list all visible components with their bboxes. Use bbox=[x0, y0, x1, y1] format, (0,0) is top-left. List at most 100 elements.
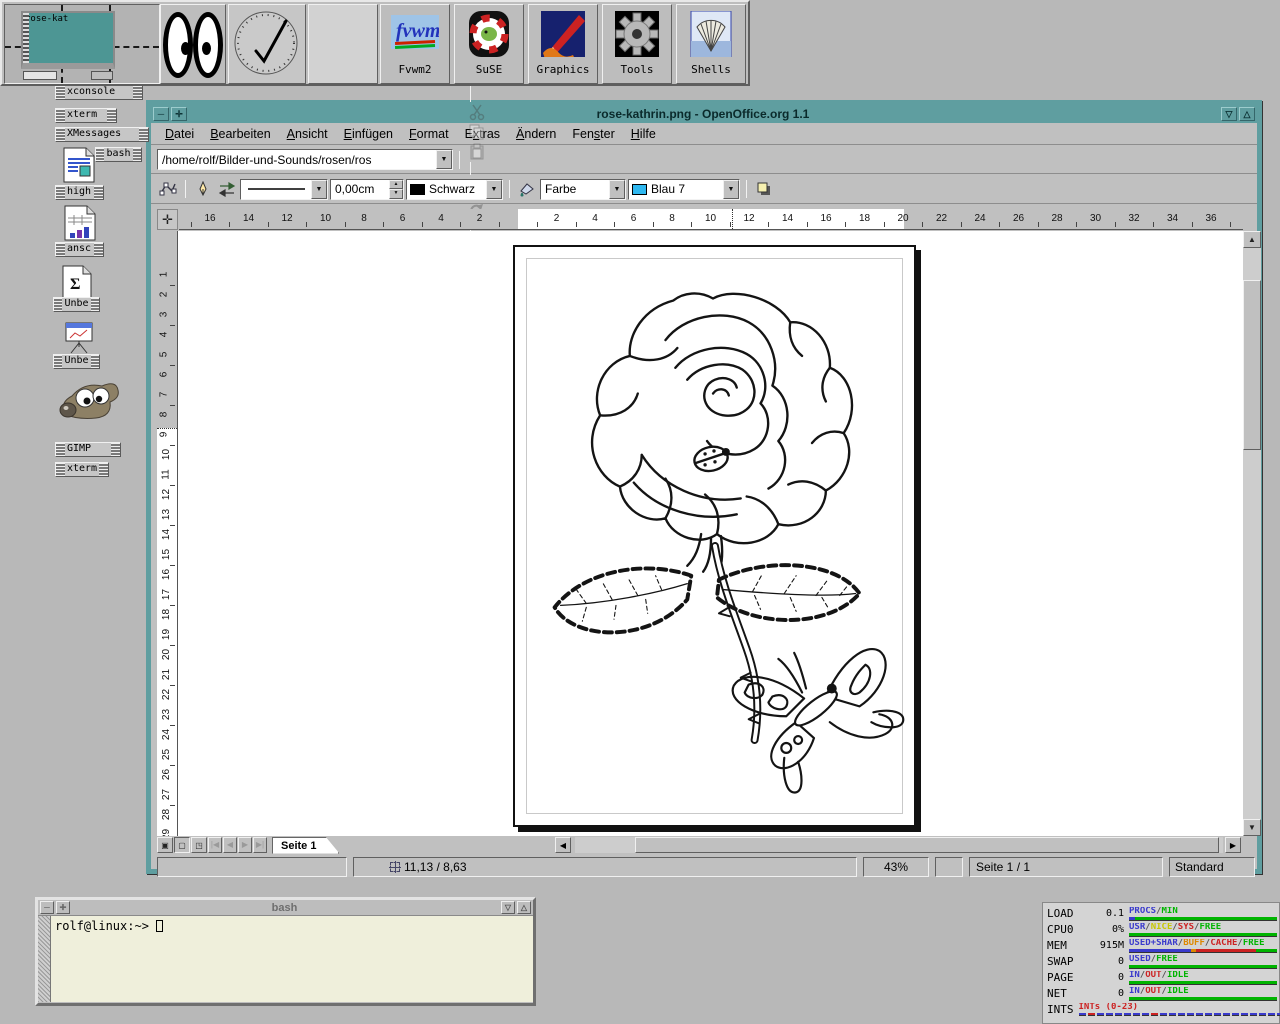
desktop-icon-ansc[interactable]: ansc bbox=[55, 242, 104, 257]
window-maximize-button[interactable]: ✛ bbox=[171, 107, 187, 121]
status-position-cell[interactable]: 11,13 / 8,63 bbox=[353, 857, 857, 877]
vertical-scrollbar[interactable]: ▲ ▼ bbox=[1243, 231, 1261, 836]
title-bar[interactable]: ─ ✛ rose-kathrin.png - OpenOffice.org 1.… bbox=[151, 105, 1257, 123]
terminal-shade-button[interactable]: ▽ bbox=[501, 901, 515, 914]
fill-color-select[interactable]: Blau 7 ▼ bbox=[628, 179, 740, 200]
status-page-cell[interactable]: Seite 1 / 1 bbox=[969, 857, 1163, 877]
line-color-select[interactable]: Schwarz ▼ bbox=[406, 179, 503, 200]
menu-bearbeiten[interactable]: Bearbeiten bbox=[202, 125, 278, 143]
hruler-tick bbox=[845, 222, 846, 227]
pager-mini-sysmon[interactable] bbox=[91, 71, 113, 80]
launcher-shells[interactable]: Shells bbox=[676, 4, 746, 84]
view-mode-master-button[interactable]: ▢ bbox=[174, 837, 190, 853]
desktop-icon-high[interactable]: high bbox=[55, 185, 104, 200]
vruler-number: 27 bbox=[161, 789, 172, 800]
menu-ansicht[interactable]: Ansicht bbox=[279, 125, 336, 143]
pager-mini-terminal[interactable] bbox=[23, 71, 57, 80]
hruler-tick bbox=[229, 222, 230, 227]
xclock-widget bbox=[228, 4, 306, 84]
line-width-value[interactable]: 0,00cm bbox=[331, 182, 389, 196]
sysmon-legend: PROCS/MIN bbox=[1129, 907, 1277, 916]
launcher-suse[interactable]: SuSE bbox=[454, 4, 524, 84]
menu-format[interactable]: Format bbox=[401, 125, 457, 143]
terminal-scrollbar[interactable] bbox=[38, 916, 51, 1002]
cut-icon[interactable] bbox=[466, 102, 488, 122]
desktop-icon-writer-doc[interactable] bbox=[63, 147, 95, 188]
page-tab[interactable]: Seite 1 bbox=[272, 837, 339, 854]
prev-page-button[interactable]: ◀ bbox=[223, 837, 237, 853]
line-color-swatch bbox=[410, 184, 425, 195]
view-mode-page-button[interactable]: ▣ bbox=[157, 837, 173, 853]
horizontal-scrollbar[interactable] bbox=[575, 837, 1223, 853]
menu-datei[interactable]: Datei bbox=[157, 125, 202, 143]
scroll-down-button[interactable]: ▼ bbox=[1243, 819, 1261, 836]
empty-panel-button[interactable] bbox=[308, 4, 378, 84]
document-page[interactable] bbox=[513, 245, 916, 827]
drawing-canvas[interactable] bbox=[178, 231, 1243, 836]
scroll-right-button[interactable]: ▶ bbox=[1225, 837, 1241, 853]
launcher-graphics[interactable]: Graphics bbox=[528, 4, 598, 84]
sysmon-legend: IN/OUT/IDLE bbox=[1129, 971, 1277, 980]
first-page-button[interactable]: |◀ bbox=[208, 837, 222, 853]
menu-ndern[interactable]: Ändern bbox=[508, 125, 564, 143]
line-pen-icon[interactable] bbox=[192, 179, 214, 199]
fill-type-dropdown-button[interactable]: ▼ bbox=[609, 180, 625, 199]
icon-label-stripe bbox=[56, 443, 65, 456]
sysmon-meter: IN/OUT/IDLE bbox=[1129, 986, 1277, 1001]
desktop-icon-bash[interactable]: bash bbox=[95, 147, 142, 162]
menu-fenster[interactable]: Fenster bbox=[564, 125, 622, 143]
terminal-maximize-button[interactable]: ✛ bbox=[56, 901, 70, 914]
status-zoom-cell[interactable]: 43% bbox=[863, 857, 929, 877]
paste-icon[interactable] bbox=[466, 142, 488, 162]
desktop-icon-xterm[interactable]: xterm bbox=[55, 462, 109, 477]
line-color-dropdown-button[interactable]: ▼ bbox=[486, 180, 502, 199]
url-dropdown-button[interactable]: ▼ bbox=[436, 150, 452, 169]
menu-einfgen[interactable]: Einfügen bbox=[336, 125, 401, 143]
terminal-zoom-button[interactable]: △ bbox=[517, 901, 531, 914]
next-page-button[interactable]: ▶ bbox=[238, 837, 252, 853]
url-combobox[interactable]: /home/rolf/Bilder-und-Sounds/rosen/ros ▼ bbox=[157, 149, 453, 170]
desktop-icon-calc-doc[interactable] bbox=[64, 205, 96, 246]
horizontal-ruler: 1816141210864224681012141618202224262830… bbox=[179, 209, 1243, 230]
terminal-screen[interactable]: rolf@linux:~> bbox=[51, 916, 533, 1002]
desktop-icon-unbe[interactable]: Unbe bbox=[53, 354, 100, 369]
horizontal-scroll-thumb[interactable] bbox=[635, 837, 1219, 853]
fill-color-dropdown-button[interactable]: ▼ bbox=[723, 180, 739, 199]
desktop-icon-xconsole[interactable]: xconsole bbox=[55, 85, 143, 100]
area-fill-icon[interactable] bbox=[516, 179, 538, 199]
launcher-tools[interactable]: Tools bbox=[602, 4, 672, 84]
desktop-icon-xterm[interactable]: xterm bbox=[55, 108, 117, 123]
window-zoom-button[interactable]: △ bbox=[1239, 107, 1255, 121]
edit-points-icon[interactable] bbox=[157, 179, 179, 199]
last-page-button[interactable]: ▶| bbox=[253, 837, 267, 853]
desktop-icon-xmessages[interactable]: XMessages bbox=[55, 127, 149, 142]
view-mode-layer-button[interactable]: ◳ bbox=[191, 837, 207, 853]
fill-color-name[interactable]: Blau 7 bbox=[647, 182, 723, 196]
copy-icon[interactable] bbox=[466, 122, 488, 142]
terminal-title-bar[interactable]: ─ ✛ bash ▽ △ bbox=[38, 900, 533, 916]
line-color-name[interactable]: Schwarz bbox=[425, 182, 486, 196]
desktop-icon-gimp[interactable]: GIMP bbox=[55, 442, 121, 457]
arrow-style-icon[interactable] bbox=[216, 179, 238, 199]
menu-hilfe[interactable]: Hilfe bbox=[623, 125, 664, 143]
vertical-scroll-thumb[interactable] bbox=[1243, 280, 1261, 450]
launcher-fvwm2[interactable]: fvwmFvwm2 bbox=[380, 4, 450, 84]
scroll-up-button[interactable]: ▲ bbox=[1243, 231, 1261, 248]
desktop-icon-unbe[interactable]: Unbe bbox=[53, 297, 100, 312]
window-minimize-button[interactable]: ─ bbox=[153, 107, 169, 121]
line-width-spin-buttons[interactable]: ▲▼ bbox=[389, 180, 403, 199]
line-width-spinner[interactable]: 0,00cm ▲▼ bbox=[330, 179, 404, 200]
desktop-pager[interactable]: rose-kat bbox=[4, 4, 160, 84]
fill-type-select[interactable]: Farbe ▼ bbox=[540, 179, 626, 200]
shadow-toggle-icon[interactable] bbox=[753, 179, 775, 199]
pager-mini-window[interactable]: rose-kat bbox=[21, 11, 115, 69]
status-style-cell[interactable]: Standard bbox=[1169, 857, 1255, 877]
window-shade-button[interactable]: ▽ bbox=[1221, 107, 1237, 121]
terminal-minimize-button[interactable]: ─ bbox=[40, 901, 54, 914]
line-style-dropdown-button[interactable]: ▼ bbox=[311, 180, 327, 199]
desktop-icon-gimp-wilber[interactable] bbox=[58, 376, 122, 433]
line-style-select[interactable]: ▼ bbox=[240, 179, 328, 200]
tab-scroll-left-button[interactable]: ◀ bbox=[555, 837, 571, 853]
url-field[interactable]: /home/rolf/Bilder-und-Sounds/rosen/ros bbox=[158, 153, 436, 167]
fill-type-value[interactable]: Farbe bbox=[541, 182, 609, 196]
